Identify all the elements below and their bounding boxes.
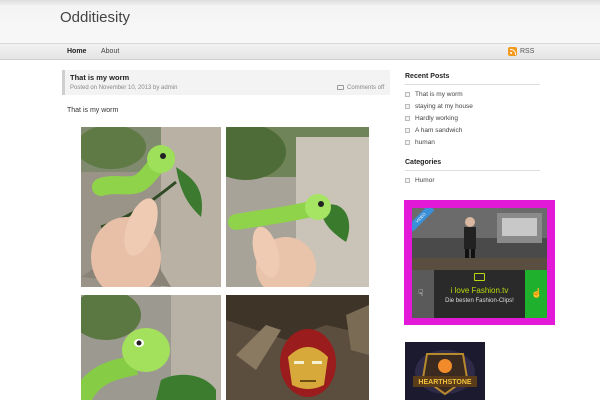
- post-meta: Posted on November 10, 2013 by admin: [70, 85, 178, 91]
- recent-post-item[interactable]: That is my worm: [405, 91, 463, 100]
- ad-video-thumbnail: [412, 208, 547, 270]
- bullet-icon: [405, 140, 410, 145]
- bullet-icon: [405, 92, 410, 97]
- recent-post-item[interactable]: human: [405, 139, 435, 148]
- bullet-icon: [405, 116, 410, 121]
- post-body-text: That is my worm: [67, 107, 119, 114]
- rss-link[interactable]: RSS: [520, 48, 534, 55]
- photo-worm-2: [226, 127, 369, 287]
- nav-item-home[interactable]: Home: [67, 48, 86, 55]
- tv-icon: [474, 273, 485, 281]
- recent-post-item[interactable]: A ham sandwich: [405, 127, 462, 136]
- site-header: Odditiesity: [0, 0, 600, 44]
- hearthstone-title: HEARTHSTONE: [418, 379, 472, 386]
- recent-post-link[interactable]: A ham sandwich: [415, 127, 462, 134]
- bullet-icon: [405, 128, 410, 133]
- nav-item-about[interactable]: About: [101, 48, 119, 55]
- recent-post-link[interactable]: human: [415, 139, 435, 146]
- ad-video[interactable]: VIDEO ☟ ☝ i love Fashion.tv Die besten F…: [412, 208, 547, 318]
- category-link[interactable]: Humor: [415, 177, 435, 184]
- hearthstone-logo: [405, 342, 485, 400]
- recent-post-link[interactable]: staying at my house: [415, 103, 473, 110]
- nav-bar: Home About RSS: [0, 43, 600, 60]
- comments-status: Comments off: [347, 85, 385, 91]
- ad-tagline: Die besten Fashion-Clips!: [445, 298, 514, 304]
- photo-iron-man: [226, 295, 369, 400]
- ad-brand: i love Fashion.tv: [450, 286, 509, 295]
- categories-heading: Categories: [405, 159, 540, 171]
- comment-icon: [337, 85, 344, 90]
- rss-icon[interactable]: [508, 47, 517, 56]
- bullet-icon: [405, 104, 410, 109]
- site-title[interactable]: Odditiesity: [60, 9, 130, 26]
- hearthstone-ad[interactable]: HEARTHSTONE: [405, 342, 485, 400]
- post-header: That is my worm Posted on November 10, 2…: [62, 70, 390, 95]
- category-item[interactable]: Humor: [405, 177, 435, 186]
- bullet-icon: [405, 178, 410, 183]
- recent-post-link[interactable]: That is my worm: [415, 91, 463, 98]
- recent-post-link[interactable]: Hardly working: [415, 115, 458, 122]
- post-title[interactable]: That is my worm: [70, 73, 129, 82]
- recent-post-item[interactable]: Hardly working: [405, 115, 458, 124]
- fashion-ad-banner[interactable]: VIDEO ☟ ☝ i love Fashion.tv Die besten F…: [404, 200, 555, 325]
- recent-posts-heading: Recent Posts: [405, 73, 540, 85]
- photo-worm-1: [81, 127, 221, 287]
- recent-post-item[interactable]: staying at my house: [405, 103, 473, 112]
- photo-worm-3: [81, 295, 221, 400]
